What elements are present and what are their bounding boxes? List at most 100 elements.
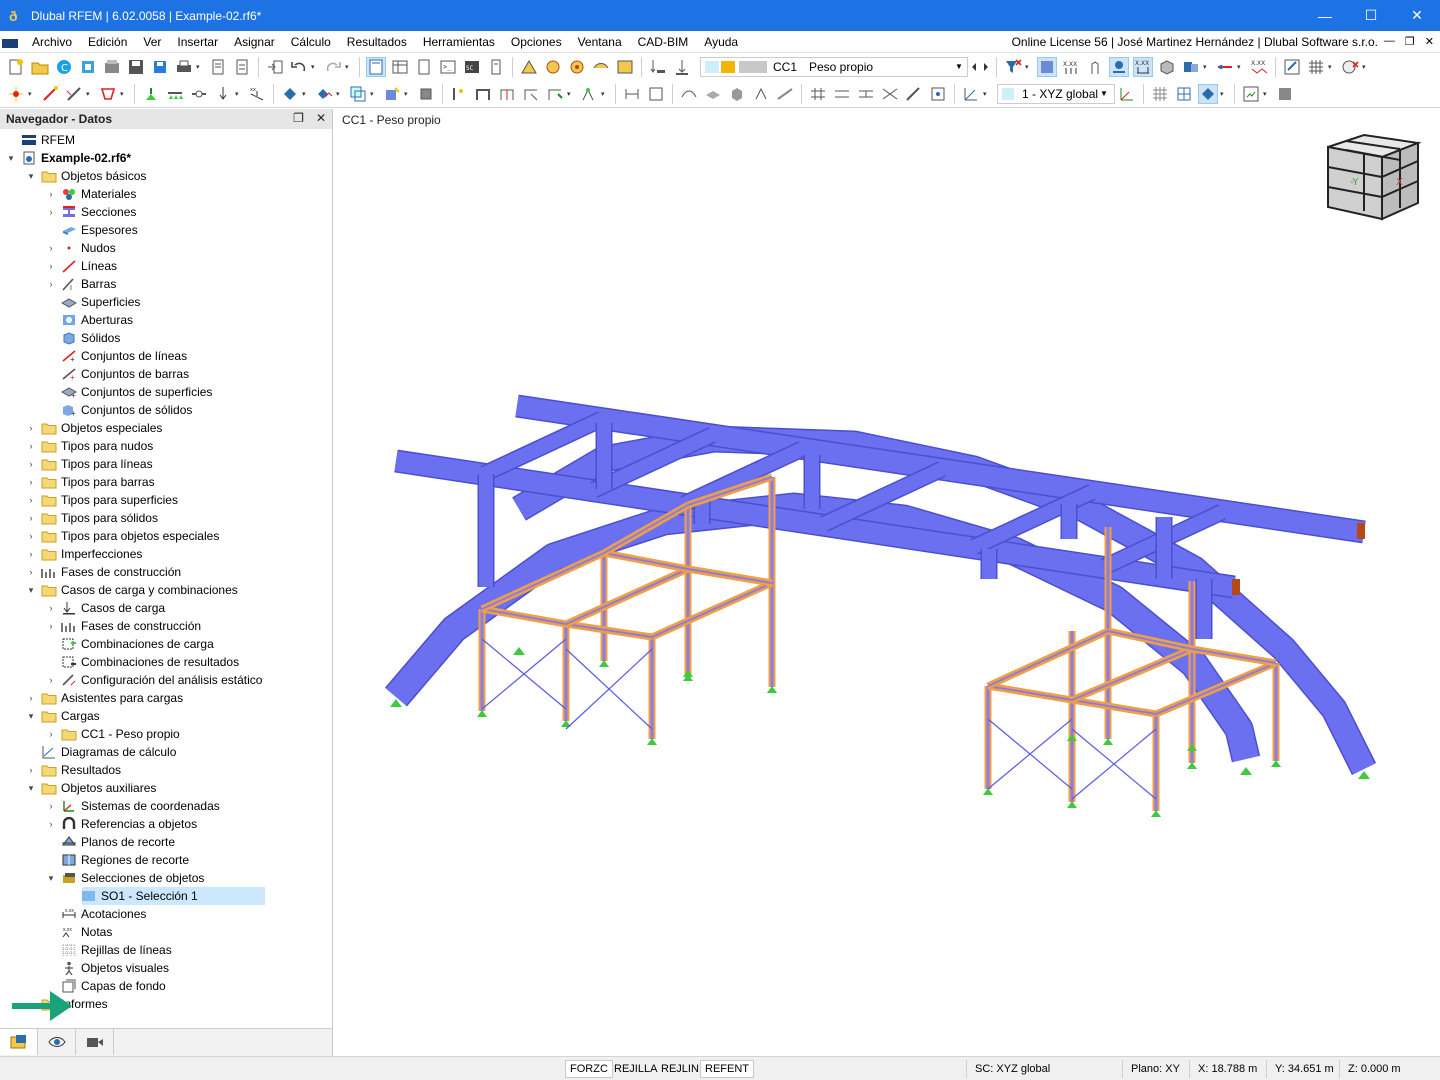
tab-data-icon[interactable]: [0, 1029, 38, 1055]
expand-chevron-icon[interactable]: ›: [46, 801, 56, 811]
join-icon[interactable]: [473, 84, 493, 104]
mdi-minimize-icon[interactable]: —: [1384, 35, 1395, 48]
arch-support-2[interactable]: [1240, 767, 1252, 775]
load-wizard-icon[interactable]: [672, 57, 692, 77]
select-multiple-icon[interactable]: [314, 84, 334, 104]
import-icon[interactable]: [265, 57, 285, 77]
chevron-down-icon[interactable]: ▼: [951, 62, 967, 71]
view-options-icon[interactable]: [1241, 84, 1261, 104]
filter-icon[interactable]: [1003, 57, 1023, 77]
scaffold-right-support-2[interactable]: [1151, 810, 1161, 817]
generate-mesh-icon[interactable]: [519, 57, 539, 77]
align-icon[interactable]: [808, 84, 828, 104]
new-nodal-support-icon[interactable]: [141, 84, 161, 104]
extend-icon[interactable]: [497, 84, 517, 104]
expand-chevron-icon[interactable]: ›: [26, 495, 36, 505]
navigator-item[interactable]: + Conjuntos de sólidos: [0, 401, 332, 419]
menu-ver[interactable]: Ver: [135, 35, 169, 49]
undo-icon[interactable]: [289, 57, 309, 77]
collapse-chevron-icon[interactable]: ▾: [46, 873, 56, 884]
beam-end-cap[interactable]: [1357, 523, 1365, 539]
mirror-icon[interactable]: [545, 84, 565, 104]
scaffold-right-beam-core-1[interactable]: [1071, 699, 1157, 715]
scaffold-right-beam-core-7[interactable]: [987, 630, 1109, 687]
tab-display-icon[interactable]: [38, 1029, 76, 1055]
expand-chevron-icon[interactable]: ›: [46, 603, 56, 613]
expand-chevron-icon[interactable]: ›: [26, 513, 36, 523]
expand-chevron-icon[interactable]: ›: [26, 423, 36, 433]
calculate-all-icon[interactable]: [567, 57, 587, 77]
arch-support-3[interactable]: [1358, 771, 1370, 779]
collapse-chevron-icon[interactable]: ▾: [26, 783, 36, 794]
console-icon[interactable]: >_: [438, 57, 458, 77]
menu-calculo[interactable]: Cálculo: [283, 35, 339, 49]
divide-member-icon[interactable]: [449, 84, 469, 104]
expand-chevron-icon[interactable]: ›: [46, 243, 56, 253]
navigator-item[interactable]: › Asistentes para cargas: [0, 689, 332, 707]
tab-views-icon[interactable]: [76, 1029, 114, 1055]
snap-icon[interactable]: [928, 84, 948, 104]
support-edit-icon[interactable]: [751, 84, 771, 104]
collapse-chevron-icon[interactable]: ▾: [26, 171, 36, 182]
navigator-item[interactable]: + Conjuntos de superficies: [0, 383, 332, 401]
navigator-item[interactable]: ▾ Objetos básicos: [0, 167, 332, 185]
navigator-item[interactable]: › Casos de carga: [0, 599, 332, 617]
expand-chevron-icon[interactable]: ›: [26, 567, 36, 577]
connect-lines-icon[interactable]: [856, 84, 876, 104]
close-button[interactable]: ✕: [1394, 0, 1440, 31]
mdi-restore-icon[interactable]: ❐: [1405, 35, 1415, 48]
distribute-icon[interactable]: [832, 84, 852, 104]
menu-archivo[interactable]: Archivo: [24, 35, 80, 49]
collapse-chevron-icon[interactable]: ▾: [26, 711, 36, 722]
navigator-item[interactable]: › Objetos especiales: [0, 419, 332, 437]
scaffold-right-support-5[interactable]: [1271, 760, 1281, 767]
navigator-item[interactable]: Sólidos: [0, 329, 332, 347]
new-line-icon[interactable]: [40, 84, 60, 104]
scaffold-left-support-3[interactable]: [599, 660, 609, 667]
navigator-item[interactable]: + Conjuntos de líneas: [0, 347, 332, 365]
expand-chevron-icon[interactable]: ›: [46, 189, 56, 199]
close-panel-icon[interactable]: ✕: [316, 111, 326, 125]
navigator-item[interactable]: Regiones de recorte: [0, 851, 332, 869]
navigator-item[interactable]: Objetos visuales: [0, 959, 332, 977]
navigator-item[interactable]: › Materiales: [0, 185, 332, 203]
navigator-item[interactable]: ▾ Casos de carga y combinaciones: [0, 581, 332, 599]
new-line-support-icon[interactable]: [165, 84, 185, 104]
collapse-chevron-icon[interactable]: ▾: [26, 585, 36, 596]
expand-chevron-icon[interactable]: ›: [26, 549, 36, 559]
chevron-down-icon[interactable]: ▼: [1100, 89, 1114, 98]
navigator-item[interactable]: RFEM: [0, 131, 332, 149]
navigator-item[interactable]: › Tipos para líneas: [0, 455, 332, 473]
object-snap-toggle[interactable]: REFENT: [700, 1060, 754, 1078]
render-model-icon[interactable]: [1157, 57, 1177, 77]
scaffold-right-beam-core-3[interactable]: [1071, 648, 1193, 701]
scaffold-right-support-0[interactable]: [983, 788, 993, 795]
navigator-item[interactable]: › Tipos para sólidos: [0, 509, 332, 527]
scaffold-left-support-7[interactable]: [767, 686, 777, 693]
view-cube[interactable]: -Y X: [1322, 131, 1422, 223]
block-manager-icon[interactable]: [102, 57, 122, 77]
surface-edit-icon[interactable]: [703, 84, 723, 104]
scaffold-left-support-2[interactable]: [647, 738, 657, 745]
explode-icon[interactable]: [521, 84, 541, 104]
structure-model-3d[interactable]: [334, 109, 1440, 1056]
navigator-item[interactable]: › Secciones: [0, 203, 332, 221]
line-edit-icon[interactable]: [775, 84, 795, 104]
loads-icon[interactable]: [648, 57, 668, 77]
next-load-case-icon[interactable]: [980, 57, 992, 77]
menu-resultados[interactable]: Resultados: [339, 35, 415, 49]
deformation-icon[interactable]: X.XX: [1249, 57, 1269, 77]
open-model-icon[interactable]: [30, 57, 50, 77]
expand-chevron-icon[interactable]: ›: [26, 441, 36, 451]
numbering-icon[interactable]: X.XX: [1061, 57, 1081, 77]
menu-opciones[interactable]: Opciones: [503, 35, 570, 49]
properties-icon[interactable]: [414, 57, 434, 77]
menu-asignar[interactable]: Asignar: [226, 35, 283, 49]
navigator-item[interactable]: › Configuración del análisis estático: [0, 671, 332, 689]
new-member-icon[interactable]: [64, 84, 84, 104]
save-all-icon[interactable]: [150, 57, 170, 77]
grid-toggle[interactable]: REJILLA: [610, 1060, 661, 1078]
scaffold-left-beam-core-3[interactable]: [565, 568, 689, 625]
navigator-item[interactable]: › CC1 - Peso propio: [0, 725, 332, 743]
menu-herramientas[interactable]: Herramientas: [415, 35, 503, 49]
